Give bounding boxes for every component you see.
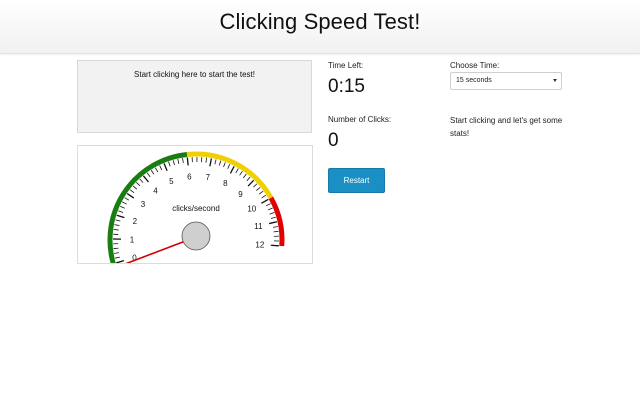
gauge-minor-tick <box>265 203 271 207</box>
gauge-minor-tick <box>258 190 264 195</box>
gauge-minor-tick <box>205 157 207 163</box>
gauge-minor-tick <box>261 194 267 199</box>
gauge-minor-tick <box>239 170 243 176</box>
gauge-svg: 0123456 789101112clicks/second <box>107 151 285 263</box>
gauge-minor-tick <box>114 256 120 259</box>
click-area[interactable]: Start clicking here to start the test! <box>77 60 312 133</box>
gauge-minor-tick <box>223 162 226 168</box>
gauge-hub <box>181 221 211 251</box>
gauge-major-tick <box>186 157 189 166</box>
gauge-minor-tick <box>270 216 276 219</box>
gauge-minor-tick <box>113 229 119 231</box>
gauge-tick-label: 4 <box>153 186 158 195</box>
gauge-minor-tick <box>253 183 258 188</box>
clicks-label: Number of Clicks: <box>328 115 392 124</box>
gauge-minor-tick <box>168 161 171 167</box>
gauge-minor-tick <box>120 205 125 209</box>
gauge-minor-tick <box>218 160 222 166</box>
choose-time-label: Choose Time: <box>450 61 500 70</box>
gauge-minor-tick <box>136 182 141 187</box>
gauge-minor-tick <box>122 201 127 205</box>
gauge-major-tick <box>209 158 213 167</box>
gauge-major-tick <box>247 179 255 187</box>
gauge-minor-tick <box>172 160 175 166</box>
time-select-value: 15 seconds <box>456 77 492 84</box>
gauge-major-tick <box>116 260 125 263</box>
gauge-minor-tick <box>214 159 217 165</box>
gauge-major-tick <box>261 198 269 204</box>
gauge-minor-tick <box>139 178 144 183</box>
gauge-major-tick <box>126 193 135 199</box>
gauge-major-tick <box>163 163 168 172</box>
gauge-major-tick <box>229 165 235 174</box>
gauge-major-tick <box>269 221 278 225</box>
gauge-minor-tick <box>256 187 261 191</box>
gauge-tick-label: 7 <box>206 173 211 182</box>
time-left-value: 0:15 <box>328 76 365 97</box>
gauge-minor-tick <box>114 224 120 226</box>
page-header: Clicking Speed Test! <box>0 0 640 54</box>
page-title: Clicking Speed Test! <box>219 9 421 34</box>
click-area-prompt: Start clicking here to start the test! <box>134 70 255 79</box>
gauge-minor-tick <box>227 164 231 169</box>
chevron-down-icon <box>553 79 557 82</box>
gauge-minor-tick <box>118 210 124 213</box>
gauge-minor-tick <box>115 219 121 222</box>
gauge-tick-label: 10 <box>247 205 256 214</box>
gauge-tick-label: 1 <box>130 235 135 244</box>
gauge-minor-tick <box>150 169 155 175</box>
stats-text: Start clicking and let's get some stats! <box>450 116 563 138</box>
gauge-minor-tick <box>146 172 151 178</box>
gauge-minor-tick <box>159 165 163 171</box>
gauge-major-tick <box>142 175 149 183</box>
gauge-minor-tick <box>267 207 273 211</box>
speed-gauge: 0 1 2 3 4 5 6 7 8 9 10 11 12 clicks/second <box>77 145 313 264</box>
time-select[interactable]: 15 seconds <box>450 72 562 90</box>
gauge-minor-tick <box>269 212 275 215</box>
gauge-tick-label: 9 <box>238 190 243 199</box>
gauge-minor-tick <box>235 168 239 174</box>
time-left-label: Time Left: <box>328 61 364 70</box>
gauge-tick-label: 6 <box>187 172 192 181</box>
gauge-major-tick <box>270 244 279 247</box>
gauge-band-mid <box>186 151 274 200</box>
gauge-tick-label: 5 <box>169 177 174 186</box>
gauge-tick-label: 8 <box>223 179 228 188</box>
gauge-minor-tick <box>246 176 251 182</box>
gauge-tick-label: 12 <box>255 240 264 249</box>
gauge-minor-tick <box>273 230 279 233</box>
gauge-minor-tick <box>129 189 135 194</box>
gauge-minor-tick <box>113 247 119 250</box>
gauge-tick-label: 2 <box>133 217 138 226</box>
restart-button[interactable]: Restart <box>328 168 385 193</box>
gauge-minor-tick <box>114 252 120 254</box>
gauge-major-tick <box>116 214 125 219</box>
gauge-minor-tick <box>154 167 159 173</box>
gauge-minor-tick <box>177 158 180 164</box>
gauge-minor-tick <box>242 173 247 179</box>
gauge-tick-label: 11 <box>254 222 263 231</box>
gauge-unit-label: clicks/second <box>172 204 220 213</box>
gauge-minor-tick <box>272 226 278 228</box>
gauge-tick-label: 3 <box>141 200 146 209</box>
gauge-minor-tick <box>132 185 138 190</box>
gauge-minor-tick <box>182 158 184 164</box>
gauge-minor-tick <box>124 197 130 201</box>
clicks-value: 0 <box>328 130 339 151</box>
